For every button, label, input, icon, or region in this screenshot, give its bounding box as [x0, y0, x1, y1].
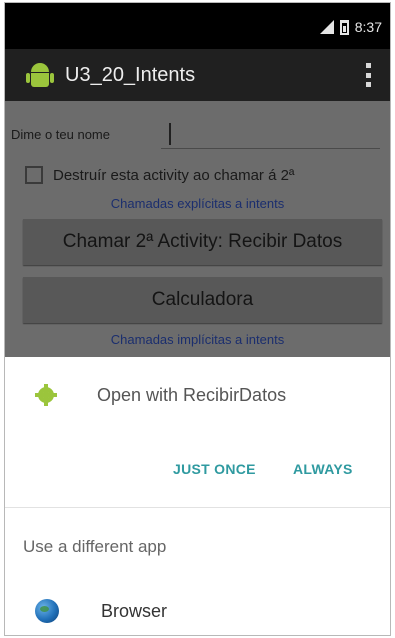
gear-app-icon — [35, 384, 57, 406]
android-icon — [25, 60, 55, 90]
name-input[interactable] — [161, 121, 380, 149]
destroy-activity-checkbox-row[interactable]: Destruír esta activity ao chamar á 2ª — [25, 163, 384, 187]
recibir-datos-button[interactable]: Chamar 2ª Activity: Recibir Datos — [23, 219, 382, 265]
destroy-activity-checkbox[interactable] — [25, 166, 43, 184]
activity-content: Dime o teu nome Destruír esta activity a… — [5, 101, 390, 357]
app-option-browser[interactable]: Browser — [5, 589, 390, 633]
name-label: Dime o teu nome — [11, 127, 110, 142]
status-time: 8:37 — [354, 19, 382, 35]
use-different-app-label: Use a different app — [23, 537, 167, 556]
calculadora-button[interactable]: Calculadora — [23, 277, 382, 323]
name-row: Dime o teu nome — [11, 121, 384, 151]
action-bar: U3_20_Intents — [5, 49, 390, 101]
open-with-row[interactable]: Open with RecibirDatos — [5, 357, 390, 433]
chooser-actions: JUST ONCE ALWAYS — [5, 453, 390, 493]
text-caret — [169, 123, 171, 145]
device-screen: 8:37 U3_20_Intents Dime o teu nome Destr… — [4, 2, 391, 636]
signal-icon — [316, 20, 334, 34]
globe-icon — [35, 599, 59, 623]
status-bar: 8:37 — [5, 3, 390, 49]
overflow-menu-icon[interactable] — [366, 63, 372, 87]
app-title: U3_20_Intents — [65, 63, 196, 86]
status-icons: 8:37 — [316, 19, 382, 35]
app-option-label: Browser — [101, 600, 168, 621]
divider — [5, 507, 390, 508]
just-once-button[interactable]: JUST ONCE — [173, 461, 256, 477]
always-button[interactable]: ALWAYS — [293, 461, 353, 477]
explicit-intents-label: Chamadas explícitas a intents — [110, 196, 285, 211]
checkbox-label: Destruír esta activity ao chamar á 2ª — [53, 166, 295, 184]
implicit-intents-label: Chamadas implícitas a intents — [110, 332, 285, 347]
battery-icon — [339, 19, 349, 35]
app-chooser-dialog: Open with RecibirDatos JUST ONCE ALWAYS … — [5, 357, 390, 635]
open-with-label: Open with RecibirDatos — [97, 384, 287, 405]
